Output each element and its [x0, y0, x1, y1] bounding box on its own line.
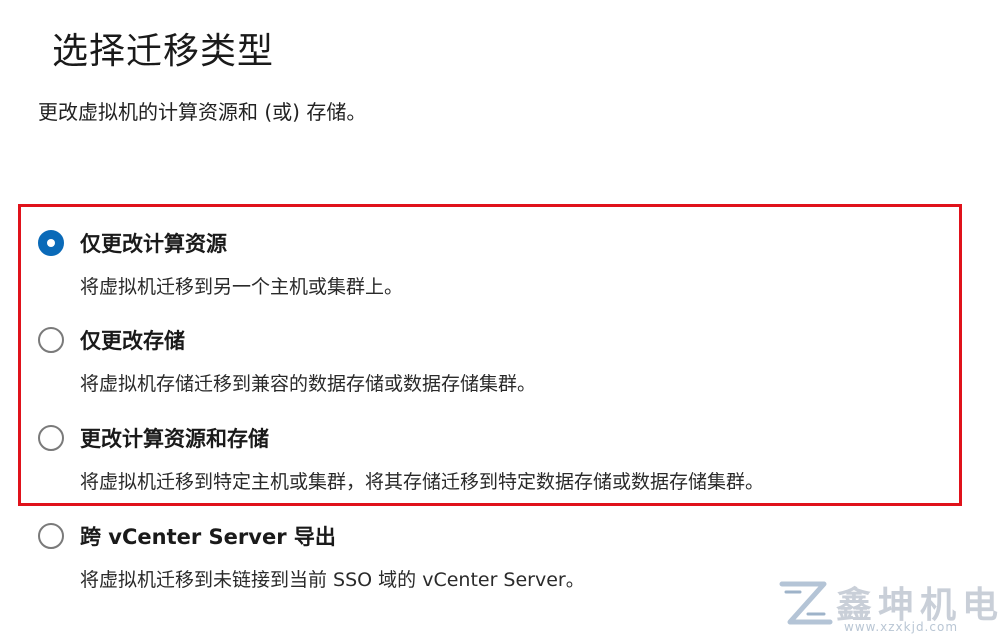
watermark-url: www.xzxkjd.com: [844, 620, 959, 634]
watermark: 鑫坤机电 www.xzxkjd.com: [778, 574, 1000, 637]
radio-storage-only[interactable]: [38, 327, 64, 353]
option-description: 将虚拟机迁移到未链接到当前 SSO 域的 vCenter Server。: [80, 569, 585, 591]
option-description: 将虚拟机存储迁移到兼容的数据存储或数据存储集群。: [80, 373, 537, 395]
page-subtitle: 更改虚拟机的计算资源和 (或) 存储。: [38, 100, 367, 124]
xzxkjd-logo-icon: [779, 581, 833, 625]
page-title: 选择迁移类型: [52, 31, 275, 72]
radio-compute-and-storage[interactable]: [38, 425, 64, 451]
option-description: 将虚拟机迁移到另一个主机或集群上。: [80, 276, 404, 298]
option-label[interactable]: 仅更改存储: [80, 325, 185, 355]
radio-cross-vcenter-export[interactable]: [38, 523, 64, 549]
option-description: 将虚拟机迁移到特定主机或集群，将其存储迁移到特定数据存储或数据存储集群。: [80, 471, 765, 493]
option-label[interactable]: 仅更改计算资源: [80, 228, 227, 258]
option-label[interactable]: 跨 vCenter Server 导出: [80, 521, 336, 551]
radio-compute-only[interactable]: [38, 230, 64, 256]
option-label[interactable]: 更改计算资源和存储: [80, 423, 269, 453]
